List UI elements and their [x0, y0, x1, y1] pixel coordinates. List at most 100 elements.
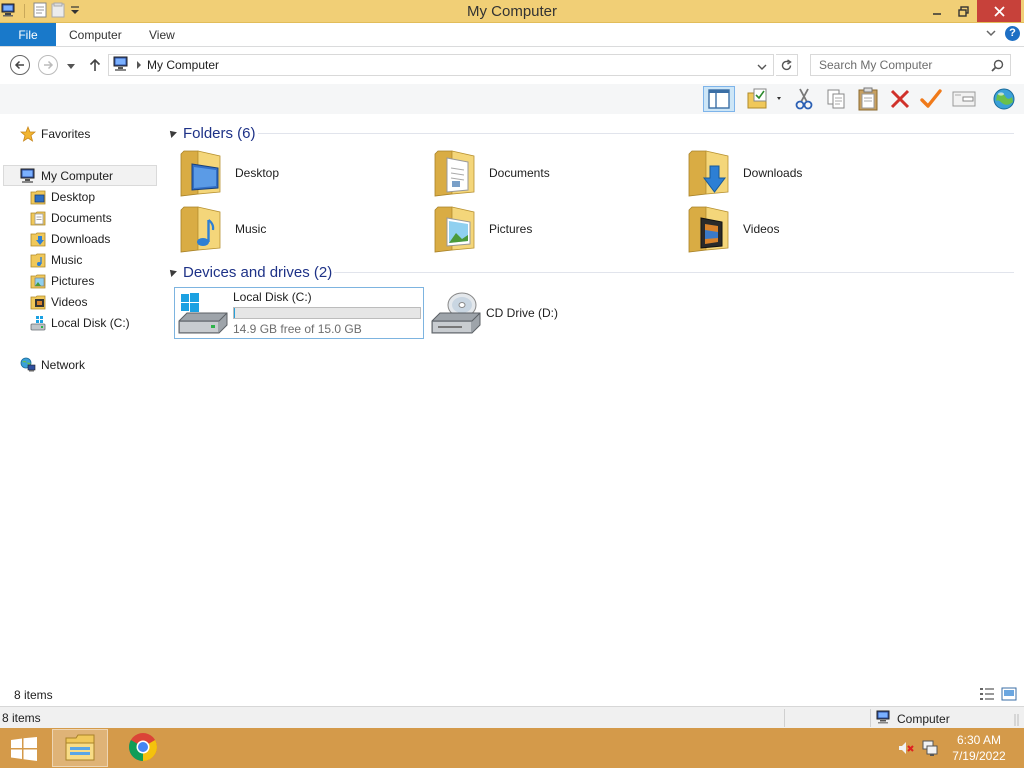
copy-icon[interactable]	[823, 86, 849, 112]
network-icon	[20, 357, 36, 373]
forward-button[interactable]	[38, 55, 58, 75]
minimize-button[interactable]	[924, 0, 950, 22]
nav-documents-label: Documents	[51, 210, 112, 225]
drives-group-label: Devices and drives (2)	[183, 263, 333, 281]
collapse-group-icon[interactable]	[167, 128, 177, 138]
restore-button[interactable]	[950, 0, 976, 22]
drive-item-cd-drive[interactable]: CD Drive (D:)	[428, 287, 628, 339]
volume-muted-icon[interactable]	[897, 739, 915, 757]
nav-my-computer-label: My Computer	[41, 168, 114, 183]
window-title: My Computer	[466, 3, 558, 20]
item-count: 8 items	[14, 688, 53, 702]
nav-favorites[interactable]: Favorites	[19, 123, 91, 144]
help-icon[interactable]: ?	[1005, 26, 1020, 41]
nav-videos[interactable]: Videos	[30, 291, 87, 312]
up-arrow-icon[interactable]	[88, 57, 102, 73]
start-windows-icon[interactable]	[10, 737, 38, 761]
drive-name: CD Drive (D:)	[486, 306, 558, 320]
paste-icon[interactable]	[855, 86, 881, 112]
delete-icon[interactable]	[887, 86, 913, 112]
chrome-icon	[128, 732, 158, 765]
tab-file[interactable]: File	[0, 23, 56, 46]
drive-item-local-disk[interactable]: Local Disk (C:) 14.9 GB free of 15.0 GB	[174, 287, 424, 339]
clock-time: 6:30 AM	[956, 733, 1002, 747]
address-dropdown-icon[interactable]	[757, 61, 767, 75]
clock-date: 7/19/2022	[952, 749, 1006, 763]
nav-desktop-label: Desktop	[51, 189, 96, 204]
folder-label: Videos	[743, 222, 780, 236]
cut-icon[interactable]	[792, 86, 816, 112]
desktop-folder-icon	[30, 189, 46, 205]
folder-item-desktop[interactable]: Desktop	[174, 147, 424, 199]
folders-group-label: Folders (6)	[183, 124, 256, 142]
nav-network[interactable]: Network	[20, 354, 85, 375]
close-button[interactable]	[977, 0, 1021, 22]
folder-item-downloads[interactable]: Downloads	[682, 147, 932, 199]
refresh-button[interactable]	[776, 54, 798, 76]
command-toolbar	[0, 84, 1024, 114]
breadcrumb-my-computer[interactable]: My Computer	[147, 58, 219, 72]
nav-videos-label: Videos	[51, 294, 88, 309]
folder-item-pictures[interactable]: Pictures	[428, 203, 678, 255]
breadcrumb-separator-icon[interactable]	[137, 61, 141, 69]
drive-name: Local Disk (C:)	[233, 290, 312, 304]
status-divider	[784, 709, 785, 727]
address-bar[interactable]: My Computer	[108, 54, 774, 76]
videos-folder-icon	[30, 294, 46, 310]
nav-music[interactable]: Music	[30, 249, 82, 270]
nav-desktop[interactable]: Desktop	[30, 186, 95, 207]
videos-folder-icon	[686, 204, 732, 254]
search-box[interactable]	[810, 54, 1011, 76]
pictures-folder-icon	[432, 204, 478, 254]
nav-pictures[interactable]: Pictures	[30, 270, 94, 291]
web-icon[interactable]	[989, 86, 1019, 112]
details-view-icon[interactable]	[979, 687, 995, 701]
music-folder-icon	[30, 252, 46, 268]
network-status-icon[interactable]	[921, 739, 939, 757]
tab-view[interactable]: View	[149, 28, 175, 42]
folder-item-videos[interactable]: Videos	[682, 203, 932, 255]
properties-icon[interactable]	[950, 86, 978, 112]
folder-item-documents[interactable]: Documents	[428, 147, 678, 199]
drives-group-divider	[334, 272, 1014, 273]
status-zone: Computer	[876, 710, 950, 727]
title-bar: My Computer	[0, 0, 1024, 23]
search-icon[interactable]	[991, 59, 1004, 75]
search-input[interactable]	[819, 58, 987, 72]
nav-local-disk[interactable]: Local Disk (C:)	[30, 312, 130, 333]
nav-favorites-label: Favorites	[41, 126, 91, 141]
resize-grip-icon[interactable]	[1012, 713, 1022, 727]
folders-group-header[interactable]: Folders (6)	[167, 123, 256, 143]
taskbar-chrome[interactable]	[115, 729, 171, 767]
new-folder-icon[interactable]	[743, 86, 785, 112]
preview-pane-icon[interactable]	[703, 86, 735, 112]
collapse-group-icon[interactable]	[167, 267, 177, 277]
taskbar-file-explorer[interactable]	[52, 729, 108, 767]
rename-icon[interactable]	[918, 86, 944, 112]
nav-documents[interactable]: Documents	[30, 207, 112, 228]
details-status-bar: 8 items	[0, 684, 1024, 706]
nav-my-computer[interactable]: My Computer	[3, 165, 157, 186]
nav-downloads[interactable]: Downloads	[30, 228, 110, 249]
large-icons-view-icon[interactable]	[1001, 687, 1017, 701]
computer-icon	[876, 710, 892, 727]
back-button[interactable]	[10, 55, 30, 75]
drives-group-header[interactable]: Devices and drives (2)	[167, 262, 333, 282]
nav-music-label: Music	[51, 252, 83, 267]
desktop-folder-icon	[178, 148, 224, 198]
drive-usage-bar	[233, 307, 421, 319]
folder-label: Downloads	[743, 166, 803, 180]
system-clock[interactable]: 6:30 AM 7/19/2022	[944, 732, 1014, 764]
address-row: My Computer	[0, 48, 1024, 84]
pictures-folder-icon	[30, 273, 46, 289]
expand-ribbon-icon[interactable]	[984, 26, 998, 40]
folder-item-music[interactable]: Music	[174, 203, 424, 255]
tab-computer[interactable]: Computer	[69, 28, 122, 42]
file-explorer-icon	[64, 732, 96, 765]
drive-usage-fill	[234, 308, 236, 318]
hard-drive-icon	[30, 315, 46, 331]
nav-pictures-label: Pictures	[51, 273, 95, 288]
nav-network-label: Network	[41, 357, 86, 372]
status-zone-label: Computer	[897, 711, 950, 726]
recent-locations-icon[interactable]	[66, 60, 76, 70]
